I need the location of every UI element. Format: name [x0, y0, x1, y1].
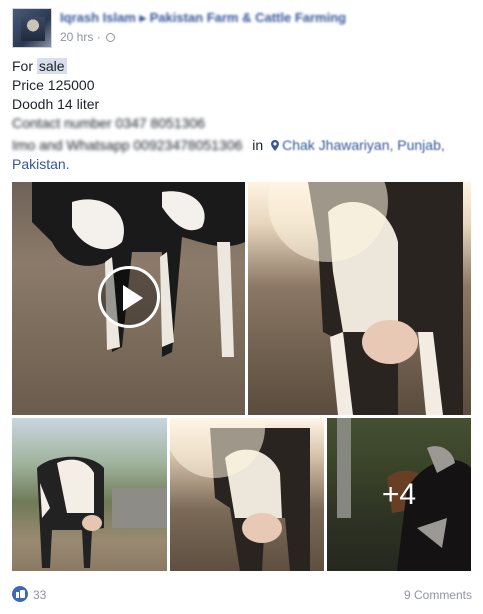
cow-udder-image [268, 182, 463, 415]
more-photos-count[interactable]: +4 [327, 418, 471, 571]
like-icon[interactable] [12, 586, 28, 602]
comments-link[interactable]: 9 Comments [404, 588, 472, 602]
location-country[interactable]: Pakistan. [12, 155, 472, 174]
cow-rear-image [170, 418, 310, 571]
video-thumbnail[interactable] [12, 182, 245, 415]
photo-2[interactable] [248, 182, 471, 415]
location-pin-icon [271, 140, 280, 151]
post-meta: 20 hrs · [60, 30, 116, 44]
photo-3[interactable] [12, 418, 167, 571]
text-for: For [12, 58, 37, 74]
post-time[interactable]: 20 hrs [60, 30, 93, 44]
line-for-sale: For sale [12, 57, 472, 76]
photo-grid: +4 [12, 182, 471, 571]
line-whatsapp-location: Imo and Whatsapp 00923478051306 in Chak … [12, 136, 472, 155]
photo-5-more[interactable]: +4 [327, 418, 471, 571]
post-footer: 33 9 Comments [12, 582, 472, 606]
meta-separator: · [96, 30, 101, 44]
play-icon [123, 285, 143, 311]
line-doodh: Doodh 14 liter [12, 96, 100, 112]
text-in: in [252, 137, 264, 153]
play-button[interactable] [98, 266, 160, 328]
hashtag-sale[interactable]: sale [36, 58, 67, 74]
line-price: Price 125000 [12, 77, 95, 93]
line-contact: Contact number 0347 8051306 [12, 115, 206, 131]
location-link[interactable]: Chak Jhawariyan, Punjab, [282, 137, 445, 153]
post-text: For sale Price 125000 Doodh 14 liter Con… [12, 57, 472, 174]
author-avatar[interactable] [12, 8, 52, 48]
cow-side-image [37, 456, 167, 568]
like-count[interactable]: 33 [33, 588, 46, 602]
text-whatsapp: Imo and Whatsapp 00923478051306 [12, 137, 243, 153]
author-group-line[interactable]: Iqrash Islam ▸ Pakistan Farm & Cattle Fa… [60, 10, 472, 28]
post-header: Iqrash Islam ▸ Pakistan Farm & Cattle Fa… [12, 8, 472, 48]
photo-4[interactable] [170, 418, 324, 571]
globe-icon [106, 33, 116, 42]
